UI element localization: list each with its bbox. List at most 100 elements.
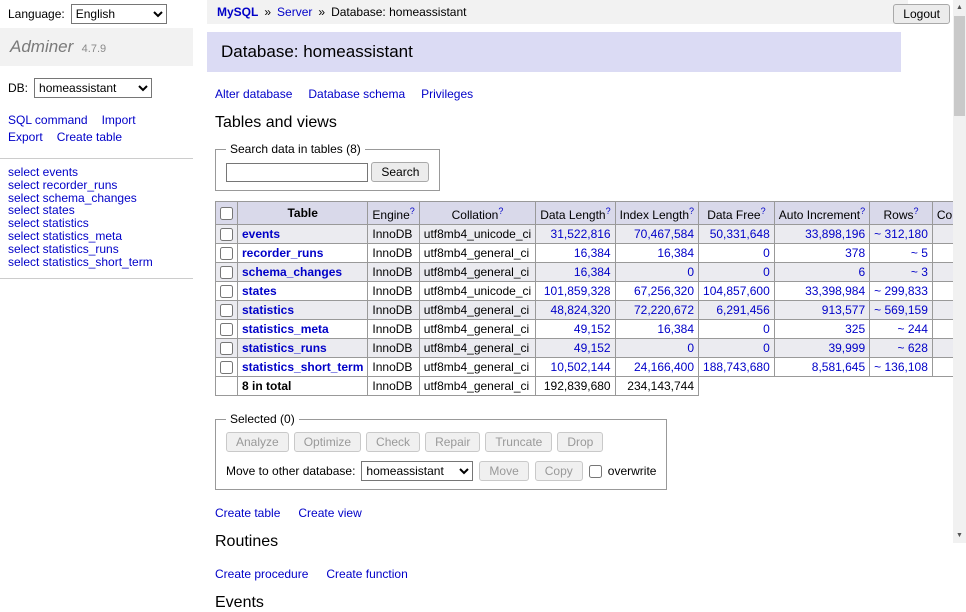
scroll-thumb[interactable] [954,16,965,116]
language-select[interactable]: English [71,4,167,24]
data-free-link[interactable]: 0 [763,265,770,279]
table-link-statistics_meta[interactable]: statistics_meta [242,322,329,336]
index-length-link[interactable]: 0 [687,341,694,355]
sidebar-cmd-export[interactable]: Export [8,130,43,144]
table-link-statistics_runs[interactable]: statistics_runs [242,341,327,355]
create-view-link[interactable]: Create view [298,506,361,520]
row-checkbox-statistics[interactable] [220,304,233,317]
sidebar-select-statistics-runs[interactable]: select statistics_runs [8,243,185,256]
data-free-link[interactable]: 0 [763,341,770,355]
row-checkbox-statistics_runs[interactable] [220,342,233,355]
index-length-link[interactable]: 0 [687,265,694,279]
auto-increment-link[interactable]: 8,581,645 [812,360,865,374]
overwrite-checkbox[interactable] [589,465,602,478]
data-free-link[interactable]: 6,291,456 [716,303,769,317]
table-link-recorder_runs[interactable]: recorder_runs [242,246,323,260]
auto-increment-link[interactable]: 33,898,196 [805,227,865,241]
logout-button[interactable]: Logout [893,4,950,24]
data-length-link[interactable]: 101,859,328 [544,284,611,298]
drop-button[interactable]: Drop [557,432,603,452]
action-alter-database[interactable]: Alter database [215,87,292,101]
copy-button[interactable]: Copy [535,461,583,481]
repair-button[interactable]: Repair [425,432,480,452]
table-link-states[interactable]: states [242,284,277,298]
rows-link[interactable]: ~ 628 [898,341,928,355]
create-procedure-link[interactable]: Create procedure [215,567,308,581]
truncate-button[interactable]: Truncate [485,432,552,452]
table-link-statistics[interactable]: statistics [242,303,294,317]
rows-link[interactable]: ~ 569,159 [874,303,928,317]
row-checkbox-statistics_short_term[interactable] [220,361,233,374]
sidebar-select-statistics-meta[interactable]: select statistics_meta [8,230,185,243]
table-link-statistics_short_term[interactable]: statistics_short_term [242,360,363,374]
sidebar-select-events[interactable]: select events [8,166,185,179]
rows-link[interactable]: ~ 244 [898,322,928,336]
row-checkbox-events[interactable] [220,228,233,241]
auto-increment-link[interactable]: 325 [845,322,865,336]
help-question-icon[interactable]: ? [689,206,694,216]
help-question-icon[interactable]: ? [606,206,611,216]
data-free-link[interactable]: 0 [763,322,770,336]
data-length-link[interactable]: 49,152 [574,322,611,336]
optimize-button[interactable]: Optimize [294,432,361,452]
table-link-events[interactable]: events [242,227,280,241]
sidebar-cmd-create-table[interactable]: Create table [57,130,122,144]
help-question-icon[interactable]: ? [914,206,919,216]
data-length-link[interactable]: 16,384 [574,265,611,279]
select-all-checkbox[interactable] [220,207,233,220]
index-length-link[interactable]: 67,256,320 [634,284,694,298]
rows-link[interactable]: ~ 136,108 [874,360,928,374]
auto-increment-link[interactable]: 913,577 [822,303,865,317]
rows-link[interactable]: ~ 3 [911,265,928,279]
index-length-link[interactable]: 24,166,400 [634,360,694,374]
analyze-button[interactable]: Analyze [226,432,289,452]
table-link-schema_changes[interactable]: schema_changes [242,265,342,279]
rows-link[interactable]: ~ 312,180 [874,227,928,241]
data-free-link[interactable]: 0 [763,246,770,260]
create-table-link[interactable]: Create table [215,506,280,520]
breadcrumb-mysql[interactable]: MySQL [217,5,258,19]
scroll-down-icon[interactable]: ▼ [953,528,966,543]
data-length-link[interactable]: 16,384 [574,246,611,260]
row-checkbox-recorder_runs[interactable] [220,247,233,260]
data-free-link[interactable]: 104,857,600 [703,284,770,298]
move-button[interactable]: Move [479,461,528,481]
data-free-link[interactable]: 50,331,648 [710,227,770,241]
rows-link[interactable]: ~ 299,833 [874,284,928,298]
search-button[interactable]: Search [371,162,429,182]
check-button[interactable]: Check [366,432,420,452]
help-question-icon[interactable]: ? [761,206,766,216]
rows-link[interactable]: ~ 5 [911,246,928,260]
row-checkbox-states[interactable] [220,285,233,298]
create-function-link[interactable]: Create function [326,567,407,581]
help-question-icon[interactable]: ? [498,206,503,216]
scroll-up-icon[interactable]: ▲ [953,0,966,15]
data-free-link[interactable]: 188,743,680 [703,360,770,374]
row-checkbox-schema_changes[interactable] [220,266,233,279]
db-select[interactable]: homeassistant [34,78,152,98]
data-length-link[interactable]: 48,824,320 [551,303,611,317]
help-question-icon[interactable]: ? [410,206,415,216]
auto-increment-link[interactable]: 6 [858,265,865,279]
index-length-link[interactable]: 16,384 [657,246,694,260]
sidebar-select-statistics-short-term[interactable]: select statistics_short_term [8,256,185,269]
row-checkbox-statistics_meta[interactable] [220,323,233,336]
sidebar-cmd-import[interactable]: Import [102,113,136,127]
data-length-link[interactable]: 10,502,144 [551,360,611,374]
auto-increment-link[interactable]: 39,999 [828,341,865,355]
adminer-logo[interactable]: Adminer [10,37,73,56]
data-length-link[interactable]: 31,522,816 [551,227,611,241]
action-database-schema[interactable]: Database schema [308,87,405,101]
search-input[interactable] [226,163,368,182]
index-length-link[interactable]: 16,384 [657,322,694,336]
sidebar-select-recorder-runs[interactable]: select recorder_runs [8,179,185,192]
index-length-link[interactable]: 72,220,672 [634,303,694,317]
data-length-link[interactable]: 49,152 [574,341,611,355]
help-question-icon[interactable]: ? [860,206,865,216]
index-length-link[interactable]: 70,467,584 [634,227,694,241]
action-privileges[interactable]: Privileges [421,87,473,101]
move-db-select[interactable]: homeassistant [361,461,473,481]
auto-increment-link[interactable]: 378 [845,246,865,260]
breadcrumb-server[interactable]: Server [277,5,312,19]
sidebar-cmd-sql-command[interactable]: SQL command [8,113,88,127]
